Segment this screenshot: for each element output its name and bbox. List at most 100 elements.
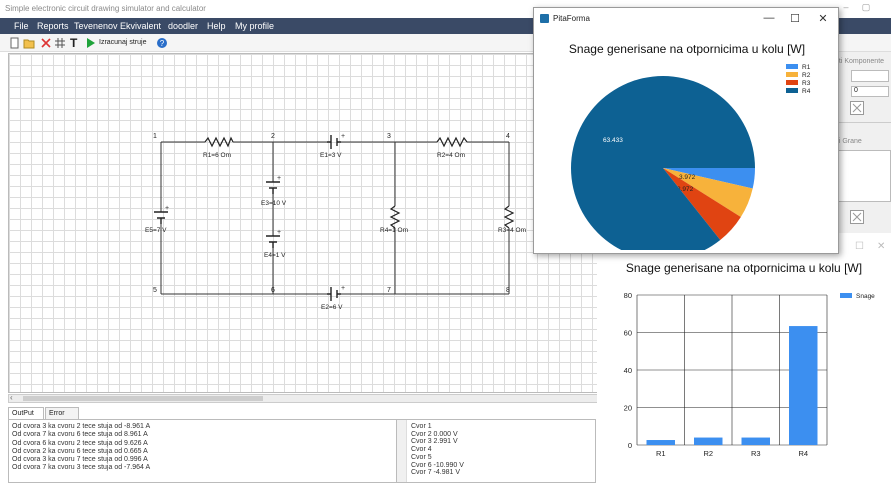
bar-r1 bbox=[646, 440, 675, 445]
node-label-4: 4 bbox=[506, 133, 510, 140]
svg-text:+: + bbox=[165, 205, 169, 212]
label-e1: E1=3 V bbox=[320, 152, 342, 159]
bar-legend-swatch bbox=[840, 293, 852, 298]
voltage-line: Cvor 6 -10.990 V bbox=[411, 461, 464, 469]
bar-r3 bbox=[741, 437, 770, 445]
node-label-1: 1 bbox=[153, 133, 157, 140]
pie-window-maximize-button[interactable]: ☐ bbox=[784, 12, 806, 25]
label-r3: R3=4 Om bbox=[498, 227, 526, 234]
svg-text:+: + bbox=[277, 229, 281, 236]
bar-chart-window: ☐ ✕ Snage generisane na otpornicima u ko… bbox=[597, 233, 891, 483]
bar-y-tick-label: 40 bbox=[624, 366, 632, 375]
node-voltages-list: Cvor 1 Cvor 2 0.000 V Cvor 3 2.991 V Cvo… bbox=[396, 419, 596, 483]
bar-y-tick-label: 60 bbox=[624, 329, 632, 338]
node-label-5: 5 bbox=[153, 287, 157, 294]
battery-e2 bbox=[327, 287, 341, 301]
bar-x-tick-label: R1 bbox=[656, 449, 666, 458]
menu-help[interactable]: Help bbox=[207, 21, 226, 31]
tab-output[interactable]: OutPut bbox=[8, 407, 44, 419]
bar-r4 bbox=[789, 326, 818, 445]
pie-window-title: PitaForma bbox=[553, 14, 590, 23]
svg-text:+: + bbox=[341, 133, 345, 140]
menu-my-profile[interactable]: My profile bbox=[235, 21, 274, 31]
output-line: Od cvora 6 ka cvoru 2 tece stuja od 9.62… bbox=[12, 439, 148, 447]
calculate-currents-button[interactable]: Izracunaj struje bbox=[99, 37, 146, 49]
battery-e3 bbox=[266, 181, 280, 194]
voltages-scrollbar[interactable] bbox=[397, 420, 407, 482]
pie-legend-label: R2 bbox=[802, 72, 811, 79]
circuit-canvas[interactable]: + + + + + 1 2 3 4 5 6 7 8 R1=6 Om E1=3 V… bbox=[8, 53, 598, 393]
menu-reports[interactable]: Reports bbox=[37, 21, 69, 31]
horizontal-scrollbar[interactable]: ‹ bbox=[8, 393, 598, 403]
label-r1: R1=6 Om bbox=[203, 152, 231, 159]
grid-icon[interactable] bbox=[54, 37, 66, 49]
node-label-6: 6 bbox=[271, 287, 275, 294]
pie-legend-swatch-r1 bbox=[786, 64, 798, 69]
pie-window-close-button[interactable]: ✕ bbox=[812, 12, 834, 25]
pie-legend-swatch-r3 bbox=[786, 80, 798, 85]
component-value-spinner[interactable]: 0 bbox=[851, 86, 889, 97]
resistor-r3 bbox=[503, 205, 515, 229]
pie-chart-title: Snage generisane na otpornicima u kolu [… bbox=[568, 42, 806, 56]
new-file-icon[interactable] bbox=[10, 37, 20, 49]
menu-file[interactable]: File bbox=[14, 21, 29, 31]
pie-legend-swatch-r2 bbox=[786, 72, 798, 77]
delete-icon[interactable] bbox=[40, 37, 52, 49]
battery-e4 bbox=[266, 235, 280, 248]
resistor-r4 bbox=[389, 205, 401, 229]
app-icon bbox=[540, 14, 549, 23]
bar-window-maximize-button[interactable]: ☐ bbox=[855, 241, 864, 252]
pie-chart-window: PitaForma — ☐ ✕ Snage generisane na otpo… bbox=[533, 7, 839, 254]
open-folder-icon[interactable] bbox=[23, 37, 35, 49]
bar-y-tick-label: 20 bbox=[624, 404, 632, 413]
bar-y-tick-label: 80 bbox=[624, 291, 632, 300]
delete-branch-icon[interactable] bbox=[850, 210, 864, 224]
bar-window-close-button[interactable]: ✕ bbox=[877, 241, 885, 252]
delete-component-icon[interactable] bbox=[850, 101, 864, 115]
label-e5: E5=7 V bbox=[145, 227, 167, 234]
voltage-line: Cvor 3 2.991 V bbox=[411, 438, 458, 446]
help-icon[interactable]: ? bbox=[156, 37, 168, 49]
bar-x-tick-label: R4 bbox=[798, 449, 808, 458]
output-log: Od cvora 3 ka cvoru 2 tece stuja od -8.9… bbox=[8, 419, 398, 483]
pie-chart: 2.6533.9723.97263.433R1R2R3R4 bbox=[571, 64, 811, 250]
battery-e1 bbox=[327, 135, 341, 149]
text-icon[interactable]: T bbox=[70, 37, 77, 49]
voltage-line: Cvor 1 bbox=[411, 423, 432, 430]
output-line: Od cvora 2 ka cvoru 6 tece stuja od 0.66… bbox=[12, 447, 148, 455]
resistor-r1 bbox=[204, 136, 234, 148]
scroll-thumb[interactable] bbox=[23, 396, 263, 401]
voltage-line: Cvor 7 -4.981 V bbox=[411, 469, 461, 477]
node-label-2: 2 bbox=[271, 133, 275, 140]
menu-doodler[interactable]: doodler bbox=[168, 21, 198, 31]
restore-button[interactable]: ▢ bbox=[856, 2, 876, 16]
battery-e5 bbox=[154, 211, 168, 224]
pie-legend-label: R4 bbox=[802, 88, 811, 95]
label-r4: R4=1 Om bbox=[380, 227, 408, 234]
pie-legend-label: R3 bbox=[802, 80, 811, 87]
scroll-left-icon[interactable]: ‹ bbox=[10, 393, 13, 402]
output-line: Od cvora 7 ka cvoru 3 tece stuja od -7.9… bbox=[12, 464, 151, 472]
voltage-line: Cvor 2 0.000 V bbox=[411, 430, 458, 438]
bar-x-tick-label: R3 bbox=[751, 449, 761, 458]
node-label-3: 3 bbox=[387, 133, 391, 140]
bar-chart: 0 20 40 60 80 R1 R2 R3 R4 Snage bbox=[624, 291, 876, 458]
pie-data-label: 63.433 bbox=[603, 137, 623, 144]
bar-r2 bbox=[694, 437, 723, 445]
components-label: uti Komponente bbox=[835, 58, 885, 65]
run-icon[interactable] bbox=[86, 37, 96, 49]
node-label-8: 8 bbox=[506, 287, 510, 294]
window-title: Simple electronic circuit drawing simula… bbox=[5, 4, 206, 13]
pie-legend-swatch-r4 bbox=[786, 88, 798, 93]
pie-window-minimize-button[interactable]: — bbox=[758, 12, 780, 24]
output-line: Od cvora 7 ka cvoru 6 tece stuja od 8.96… bbox=[12, 431, 148, 439]
bar-legend-label: Snage bbox=[856, 293, 875, 300]
menu-tevenenov[interactable]: Tevenenov Ekvivalent bbox=[74, 21, 161, 31]
label-e2: E2=6 V bbox=[321, 304, 343, 311]
pie-legend-label: R1 bbox=[802, 64, 811, 71]
component-name-field[interactable] bbox=[851, 70, 889, 82]
voltage-line: Cvor 4 bbox=[411, 446, 432, 454]
tab-error-list[interactable]: Error List bbox=[45, 407, 79, 428]
minimize-button[interactable]: – bbox=[836, 2, 856, 16]
svg-text:+: + bbox=[277, 175, 281, 182]
